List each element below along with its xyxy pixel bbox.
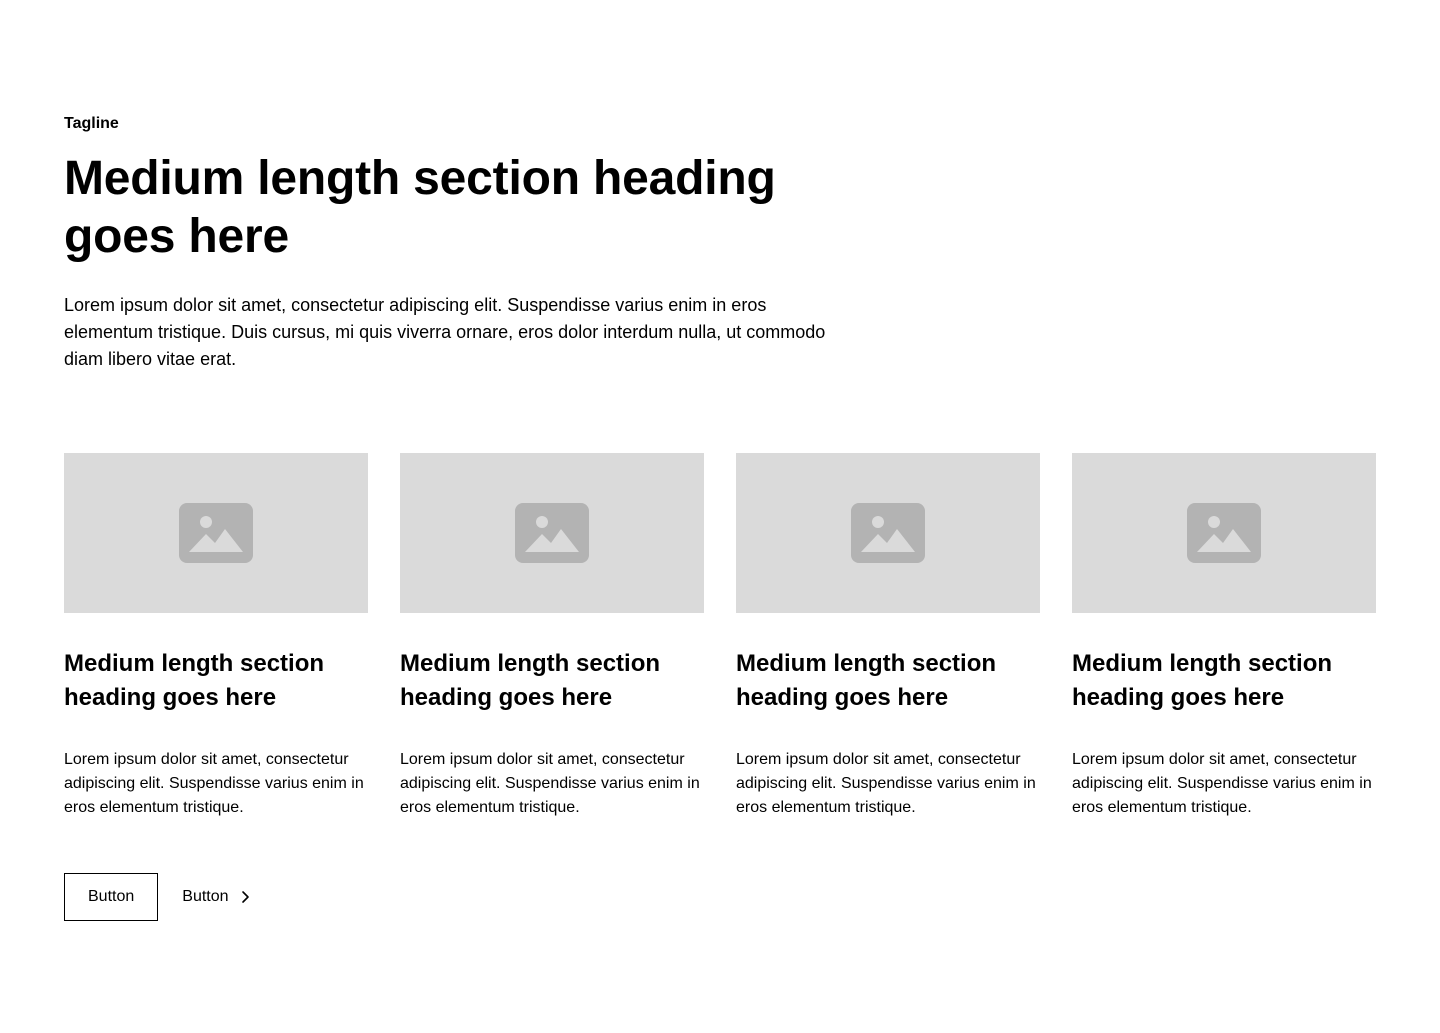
card-image-placeholder <box>736 453 1040 613</box>
image-placeholder-icon <box>179 503 253 563</box>
section-heading: Medium length section heading goes here <box>64 152 776 263</box>
chevron-right-icon <box>241 891 249 903</box>
feature-card: Medium length section heading goes here … <box>1072 453 1376 820</box>
secondary-button[interactable]: Button <box>64 873 159 921</box>
card-heading: Medium length section heading goes here <box>1072 650 1333 711</box>
feature-card: Medium length section heading goes here … <box>64 453 368 820</box>
image-placeholder-icon <box>515 503 589 563</box>
link-button-label: Button <box>182 888 229 905</box>
link-button[interactable]: Button <box>182 888 252 906</box>
feature-card: Medium length section heading goes here … <box>736 453 1040 820</box>
section-intro: Lorem ipsum dolor sit amet, consectetur … <box>64 295 826 369</box>
card-grid: Medium length section heading goes here … <box>64 453 1376 820</box>
feature-card: Medium length section heading goes here … <box>400 453 704 820</box>
card-image-placeholder <box>400 453 704 613</box>
card-heading: Medium length section heading goes here <box>64 650 325 711</box>
image-placeholder-icon <box>851 503 925 563</box>
card-text: Lorem ipsum dolor sit amet, consectetur … <box>736 751 1036 816</box>
card-image-placeholder <box>64 453 368 613</box>
image-placeholder-icon <box>1187 503 1261 563</box>
card-image-placeholder <box>1072 453 1376 613</box>
action-row: Button Button <box>64 873 253 921</box>
card-text: Lorem ipsum dolor sit amet, consectetur … <box>1072 751 1372 816</box>
card-heading: Medium length section heading goes here <box>400 650 661 711</box>
tagline: Tagline <box>64 115 119 132</box>
card-text: Lorem ipsum dolor sit amet, consectetur … <box>64 751 364 816</box>
card-text: Lorem ipsum dolor sit amet, consectetur … <box>400 751 700 816</box>
card-heading: Medium length section heading goes here <box>736 650 997 711</box>
